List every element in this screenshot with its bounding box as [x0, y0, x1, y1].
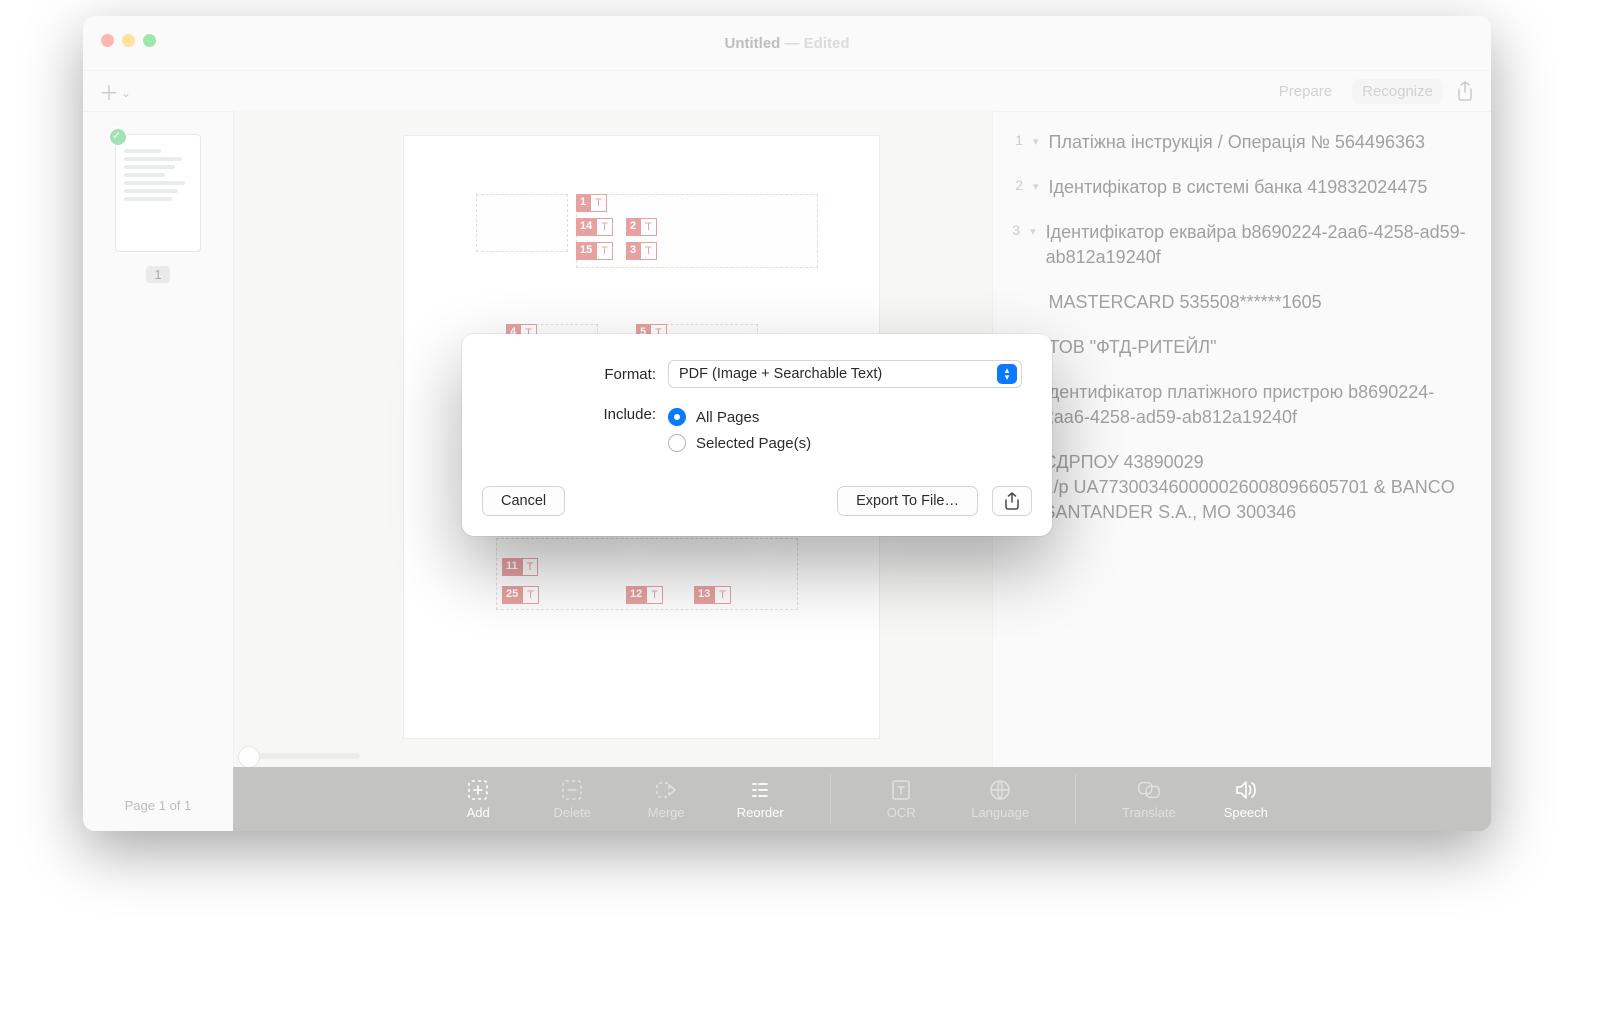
prepare-button[interactable]: Prepare — [1269, 79, 1342, 104]
close-window-icon[interactable] — [101, 34, 114, 47]
page-thumbnail[interactable] — [115, 134, 201, 252]
disclosure-triangle-icon: ▾ — [1033, 180, 1039, 193]
radio-on-icon — [668, 408, 686, 426]
recognize-button[interactable]: Recognize — [1352, 79, 1443, 104]
share-button[interactable] — [1453, 79, 1477, 103]
traffic-lights — [101, 34, 156, 47]
add-tool[interactable]: Add — [454, 774, 502, 824]
include-label: Include: — [492, 406, 668, 423]
plus-icon: ＋ — [99, 77, 119, 106]
format-label: Format: — [492, 366, 668, 383]
result-item[interactable]: ▾MASTERCARD 535508******1605 — [1009, 290, 1469, 315]
format-value: PDF (Image + Searchable Text) — [679, 366, 882, 382]
bottom-toolbar: Add Delete Merge Reorder OCR Language Tr… — [233, 767, 1491, 831]
reorder-tool[interactable]: Reorder — [736, 774, 784, 824]
select-stepper-icon: ▴▾ — [997, 364, 1017, 384]
window-title: Untitled — Edited — [725, 35, 850, 52]
region-tag: 2T — [626, 218, 657, 236]
share-icon — [1004, 492, 1020, 510]
page-thumbnail-number: 1 — [101, 266, 215, 284]
globe-icon — [989, 779, 1011, 801]
reorder-icon — [749, 779, 771, 801]
region-tag: 1T — [576, 194, 607, 212]
app-window: Untitled — Edited ＋ ⌄ Prepare Recognize … — [83, 16, 1491, 831]
toolbar: ＋ ⌄ Prepare Recognize — [83, 71, 1491, 112]
minimize-window-icon[interactable] — [122, 34, 135, 47]
radio-off-icon — [668, 434, 686, 452]
text-results-panel: 1▾Платіжна інструкція / Операція № 56449… — [991, 110, 1491, 767]
delete-icon — [561, 779, 583, 801]
region-tag: 12T — [626, 586, 663, 604]
disclosure-triangle-icon: ▾ — [1033, 135, 1039, 148]
thumbnail-sidebar: 1 — [83, 110, 233, 767]
export-to-file-button[interactable]: Export To File… — [837, 486, 978, 516]
translate-icon — [1138, 779, 1160, 801]
zoom-slider[interactable] — [240, 753, 360, 759]
ocr-tool[interactable]: OCR — [830, 774, 925, 824]
recognized-region — [476, 194, 568, 252]
delete-tool[interactable]: Delete — [548, 774, 596, 824]
result-item[interactable]: ▾Ідентифікатор платіжного пристрою b8690… — [1009, 380, 1469, 430]
chevron-down-icon: ⌄ — [121, 86, 131, 100]
include-all-radio[interactable]: All Pages — [668, 408, 811, 426]
doc-title: Untitled — [725, 35, 781, 52]
ocr-icon — [890, 779, 912, 801]
export-dialog: Format: PDF (Image + Searchable Text) ▴▾… — [462, 334, 1052, 536]
title-bar: Untitled — Edited — [83, 16, 1491, 71]
speech-tool[interactable]: Speech — [1222, 774, 1270, 824]
result-item[interactable]: ▾ТОВ "ФТД-РИТЕЙЛ" — [1009, 335, 1469, 360]
region-tag: 13T — [694, 586, 731, 604]
format-select[interactable]: PDF (Image + Searchable Text) ▴▾ — [668, 360, 1022, 388]
region-tag: 15T — [576, 242, 613, 260]
result-item[interactable]: 3▾Ідентифікатор еквайра b8690224-2aa6-42… — [1009, 220, 1469, 270]
result-item[interactable]: 1▾Платіжна інструкція / Операція № 56449… — [1009, 130, 1469, 155]
merge-icon — [655, 779, 677, 801]
result-item[interactable]: 7▾ЄДРПОУ 43890029 1/p UA7730034600000260… — [1009, 450, 1469, 525]
add-menu-button[interactable]: ＋ ⌄ — [99, 77, 131, 106]
merge-tool[interactable]: Merge — [642, 774, 690, 824]
speaker-icon — [1235, 779, 1257, 801]
region-tag: 3T — [626, 242, 657, 260]
region-tag: 11T — [502, 558, 538, 576]
translate-tool[interactable]: Translate — [1075, 774, 1176, 824]
result-item[interactable]: 2▾Ідентифікатор в системі банка 41983202… — [1009, 175, 1469, 200]
region-tag: 25T — [502, 586, 539, 604]
page-indicator: Page 1 of 1 — [83, 798, 233, 813]
language-tool[interactable]: Language — [971, 774, 1029, 824]
zoom-window-icon[interactable] — [143, 34, 156, 47]
region-tag: 14T — [576, 218, 613, 236]
add-icon — [467, 779, 489, 801]
share-icon — [1456, 81, 1474, 101]
cancel-button[interactable]: Cancel — [482, 486, 565, 516]
export-share-button[interactable] — [992, 486, 1032, 516]
include-selected-radio[interactable]: Selected Page(s) — [668, 434, 811, 452]
disclosure-triangle-icon: ▾ — [1030, 225, 1036, 238]
doc-edited-badge: — Edited — [780, 35, 849, 52]
